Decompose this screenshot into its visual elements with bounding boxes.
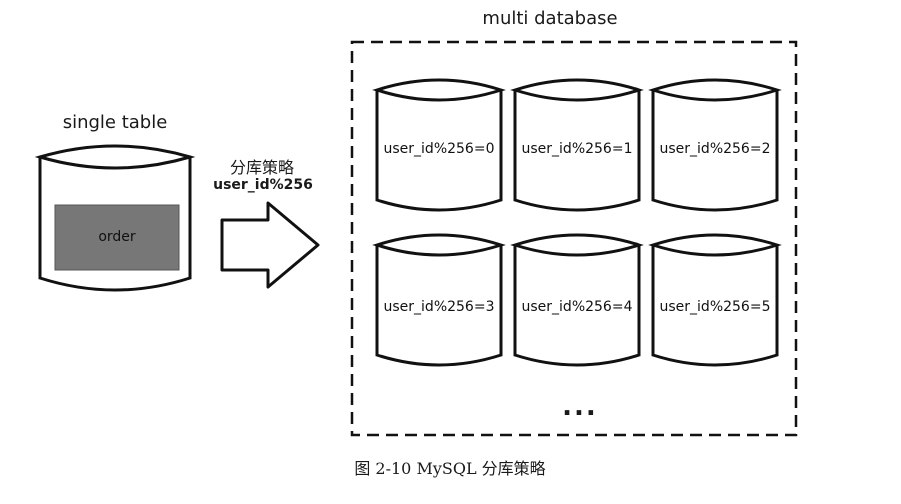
strategy-arrow (220, 201, 320, 289)
database-label-4: user_id%256=4 (521, 299, 633, 315)
diagram-svg (34, 40, 798, 437)
database-label-5: user_id%256=5 (659, 299, 771, 315)
diagram-canvas: single table order 分库策略 user_id%256 mult… (0, 0, 901, 499)
strategy-title: 分库策略 (229, 158, 294, 177)
more-databases-ellipsis: ... (562, 392, 598, 422)
database-label-3: user_id%256=3 (383, 299, 495, 315)
multi-database-title: multi database (482, 8, 618, 29)
database-label-2: user_id%256=2 (659, 141, 771, 157)
figure-caption: 图 2-10 MySQL 分库策略 (354, 459, 546, 478)
single-table-cylinder (34, 144, 196, 292)
database-label-0: user_id%256=0 (383, 141, 495, 157)
strategy-expression: user_id%256 (213, 177, 313, 193)
database-label-1: user_id%256=1 (521, 141, 633, 157)
single-table-title: single table (62, 112, 168, 133)
order-table-label: order (98, 229, 136, 245)
